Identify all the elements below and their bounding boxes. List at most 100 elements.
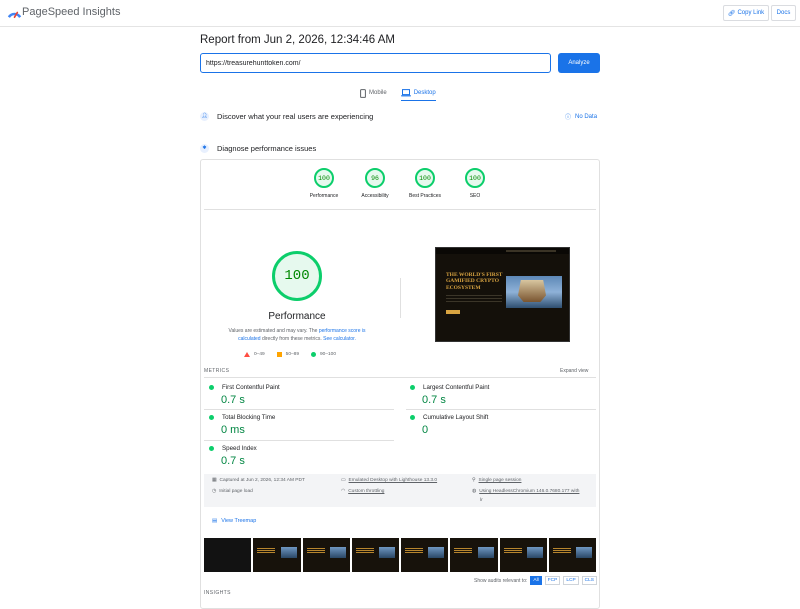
analyze-button[interactable]: Analyze <box>558 53 600 73</box>
gauge-score: 100 <box>415 168 435 188</box>
gauge-accessibility[interactable]: 96 Accessibility <box>355 168 395 199</box>
see-calculator-link[interactable]: See calculator. <box>323 336 356 342</box>
pass-dot-icon <box>410 385 415 390</box>
metrics-divider <box>204 377 596 378</box>
copy-link-label: Copy Link <box>737 10 765 16</box>
captured-text: Captured at Jun 2, 2026, 12:34 AM PDT <box>219 478 305 483</box>
treemap-label: View Treemap <box>221 518 257 524</box>
metric-si: Speed Index 0.7 s <box>209 445 257 467</box>
frame-headline <box>306 548 325 554</box>
no-data-indicator[interactable]: ⓘ No Data <box>565 112 598 122</box>
report-title: Report from Jun 2, 2026, 12:34:46 AM <box>200 34 395 46</box>
gauge-label: Accessibility <box>361 193 389 199</box>
filmstrip-frame <box>351 538 399 572</box>
top-bar: PageSpeed Insights 🔗︎ Copy Link Docs <box>0 0 800 27</box>
globe-icon: ◍ <box>472 489 477 494</box>
vertical-separator <box>400 278 401 318</box>
gauge-best-practices[interactable]: 100 Best Practices <box>405 168 445 199</box>
frame-image <box>280 547 297 558</box>
gauge-performance[interactable]: 100 Performance <box>304 168 344 199</box>
note-text: Values are estimated and may vary. The <box>228 328 319 334</box>
screenshot-nav-links <box>506 250 556 252</box>
filmstrip-frame <box>499 538 547 572</box>
app-brand: PageSpeed Insights <box>22 6 121 18</box>
final-screenshot[interactable]: The World's First Gamified Crypto Ecosys… <box>435 247 570 342</box>
tab-mobile[interactable]: Mobile <box>360 85 387 101</box>
insights-label: INSIGHTS <box>204 590 231 596</box>
filter-all[interactable]: All <box>530 576 542 585</box>
audit-filter-label: Show audits relevant to: <box>474 577 528 584</box>
users-icon: 👤︎ <box>200 111 209 121</box>
gauge-seo[interactable]: 100 SEO <box>455 168 495 199</box>
metric-name: Cumulative Layout Shift <box>423 414 489 421</box>
metric-fcp: First Contentful Paint 0.7 s <box>209 384 280 406</box>
gauge-label: Performance <box>309 193 339 199</box>
url-input[interactable] <box>200 53 551 73</box>
frame-headline <box>355 548 374 554</box>
docs-button[interactable]: Docs <box>771 5 796 21</box>
throttling-text: Custom throttling <box>348 489 385 494</box>
metrics-row-divider <box>204 409 394 410</box>
screenshot-nav <box>436 248 569 254</box>
category-gauges: 100 Performance 96 Accessibility 100 Bes… <box>300 168 500 204</box>
browser-info[interactable]: ◍ Using HeadlessChromium 146.0.7680.177 w… <box>472 489 579 494</box>
throttling[interactable]: ◠ Custom throttling <box>341 489 384 494</box>
tab-desktop[interactable]: Desktop <box>400 85 436 101</box>
metric-value: 0 ms <box>221 424 245 436</box>
green-circle-icon <box>311 352 317 357</box>
frame-headline <box>454 548 473 554</box>
filmstrip-frame <box>204 538 252 572</box>
emulated-text: Emulated Desktop with Lighthouse 13.3.0 <box>348 478 438 483</box>
browser-text-continued: lr <box>480 498 483 503</box>
copy-link-button[interactable]: 🔗︎ Copy Link <box>723 5 769 21</box>
performance-note: Values are estimated and may vary. The p… <box>222 327 372 343</box>
audit-filter: Show audits relevant to: All FCP LCP CLS <box>474 576 598 585</box>
metric-lcp: Largest Contentful Paint 0.7 s <box>410 384 489 406</box>
metrics-label: METRICS <box>204 368 230 374</box>
frame-image <box>576 547 592 558</box>
metric-tbt: Total Blocking Time 0 ms <box>209 414 275 436</box>
filter-cls[interactable]: CLS <box>581 576 598 585</box>
calendar-icon: ▦ <box>212 478 217 483</box>
note-text: directly from these metrics. <box>260 336 324 342</box>
metric-cls: Cumulative Layout Shift 0 <box>410 414 488 436</box>
desktop-icon: ▭ <box>341 478 346 483</box>
frame-headline <box>405 548 423 554</box>
diagnose-section: ✱ Diagnose performance issues <box>200 141 600 155</box>
performance-title: Performance <box>268 311 326 322</box>
initial-load: ◷ Initial page load <box>212 489 253 494</box>
frame-image <box>428 547 445 558</box>
pass-dot-icon <box>209 385 214 390</box>
red-triangle-icon <box>244 352 250 357</box>
legend-fail: 0–49 <box>244 352 265 357</box>
emulated-device[interactable]: ▭ Emulated Desktop with Lighthouse 13.3.0 <box>341 478 437 483</box>
captured-at: ▦ Captured at Jun 2, 2026, 12:34 AM PDT <box>212 478 305 483</box>
info-icon: ⓘ <box>565 115 572 121</box>
view-treemap-button[interactable]: ▤ View Treemap <box>212 518 256 524</box>
ship-icon <box>518 280 546 302</box>
filmstrip-frame <box>253 538 301 572</box>
field-data-heading: Discover what your real users are experi… <box>217 111 374 121</box>
metric-value: 0.7 s <box>221 394 245 406</box>
screenshot-text <box>446 295 502 303</box>
no-data-label: No Data <box>575 113 598 120</box>
frame-headline <box>552 548 571 554</box>
expand-view-toggle[interactable]: Expand view <box>560 368 588 374</box>
filmstrip-frame <box>302 538 350 572</box>
filter-lcp[interactable]: LCP <box>563 576 579 585</box>
frame-image <box>379 547 395 558</box>
tab-desktop-label: Desktop <box>413 89 436 96</box>
metrics-row-divider <box>204 440 394 441</box>
performance-score-gauge: 100 <box>272 251 322 301</box>
session-type[interactable]: ⚲ Single page session <box>472 478 521 483</box>
link-icon: 🔗︎ <box>727 10 736 17</box>
analyze-label: Analyze <box>568 60 590 66</box>
field-data-section: 👤︎ Discover what your real users are exp… <box>200 109 600 123</box>
filmstrip-frame <box>548 538 596 572</box>
laptop-icon <box>400 88 411 96</box>
gauge-score: 100 <box>314 168 334 188</box>
filter-fcp[interactable]: FCP <box>544 576 561 585</box>
frame-image <box>526 547 543 558</box>
legend-average-label: 50–89 <box>285 352 300 357</box>
browser-info-continued: lr <box>480 498 483 503</box>
